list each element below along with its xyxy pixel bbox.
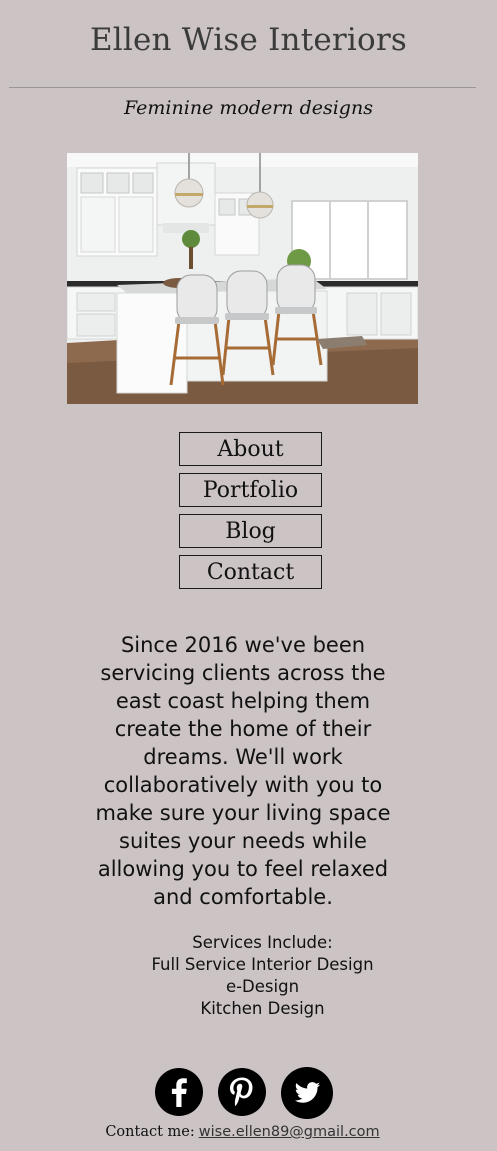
service-item: Kitchen Design — [200, 999, 325, 1018]
contact-email-link[interactable]: wise.ellen89@gmail.com — [199, 1124, 380, 1140]
site-title: Ellen Wise Interiors — [89, 22, 408, 58]
service-item: e-Design — [225, 977, 300, 996]
contact-line: Contact me: wise.ellen89@gmail.com — [0, 1124, 485, 1140]
pinterest-icon[interactable] — [217, 1067, 267, 1117]
hero-kitchen-image — [67, 153, 418, 404]
nav-about-button[interactable]: About — [179, 432, 322, 466]
nav-portfolio-button[interactable]: Portfolio — [179, 473, 322, 507]
twitter-icon[interactable] — [280, 1066, 334, 1120]
title-divider — [9, 87, 476, 88]
contact-label: Contact me: — [105, 1124, 195, 1140]
main-nav: About Portfolio Blog Contact — [179, 432, 322, 596]
facebook-icon[interactable] — [154, 1067, 204, 1117]
intro-paragraph: Since 2016 we've been servicing clients … — [95, 633, 391, 909]
services-list: Services Include: Full Service Interior … — [130, 932, 395, 1020]
tagline: Feminine modern designs — [124, 97, 373, 119]
nav-blog-button[interactable]: Blog — [179, 514, 322, 548]
services-heading: Services Include: — [192, 933, 333, 952]
service-item: Full Service Interior Design — [151, 955, 374, 974]
nav-contact-button[interactable]: Contact — [179, 555, 322, 589]
social-links — [154, 1067, 336, 1119]
